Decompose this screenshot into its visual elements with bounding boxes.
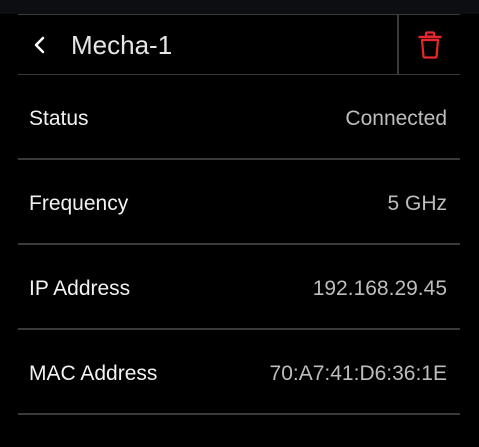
top-edge [0, 0, 479, 14]
status-row: Status Connected [18, 75, 460, 160]
frequency-row: Frequency 5 GHz [18, 160, 460, 245]
delete-button[interactable] [410, 23, 450, 67]
ip-address-row: IP Address 192.168.29.45 [18, 245, 460, 330]
device-header: Mecha-1 [18, 14, 460, 75]
trash-icon [418, 31, 442, 59]
header-divider [397, 15, 399, 74]
device-details-list: Status Connected Frequency 5 GHz IP Addr… [18, 75, 460, 415]
mac-address-row: MAC Address 70:A7:41:D6:36:1E [18, 330, 460, 415]
ip-address-label: IP Address [29, 277, 131, 300]
frequency-value: 5 GHz [387, 192, 447, 215]
status-label: Status [29, 107, 89, 130]
frequency-label: Frequency [29, 192, 129, 215]
chevron-left-icon [34, 36, 45, 54]
mac-address-label: MAC Address [29, 362, 158, 385]
status-value: Connected [345, 107, 447, 130]
mac-address-value: 70:A7:41:D6:36:1E [269, 362, 447, 385]
back-button[interactable] [22, 25, 58, 65]
ip-address-value: 192.168.29.45 [312, 277, 447, 300]
page-title: Mecha-1 [71, 30, 173, 60]
